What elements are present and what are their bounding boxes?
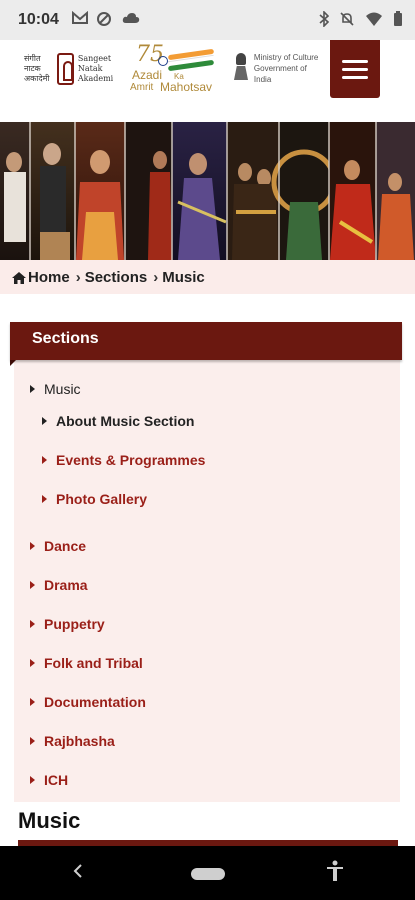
breadcrumb-sections[interactable]: Sections xyxy=(85,269,148,286)
caret-right-icon xyxy=(42,456,47,464)
ministry-line2: Government of India xyxy=(253,63,307,84)
azadi-logo-mahotsav: Mahotsav xyxy=(160,80,213,94)
section-item-drama[interactable]: Drama xyxy=(30,577,88,593)
caret-right-icon xyxy=(30,737,35,745)
hamburger-icon-bar xyxy=(342,67,368,71)
azadi-logo-line1: Azadi xyxy=(132,68,163,82)
caret-right-icon xyxy=(42,417,47,425)
sections-panel-title: Sections xyxy=(10,322,402,366)
menu-button[interactable] xyxy=(330,40,380,98)
caret-right-icon xyxy=(30,581,35,589)
sna-hindi-line: संगीत xyxy=(24,54,41,63)
section-item-about-music[interactable]: About Music Section xyxy=(42,413,194,429)
national-emblem-icon xyxy=(234,53,248,83)
section-item-rajbhasha[interactable]: Rajbhasha xyxy=(30,733,115,749)
sna-hindi-line: अकादेमी xyxy=(24,74,50,83)
azadi-ka-amrit-mahotsav-logo[interactable]: 75 Azadi Ka Amrit Mahotsav xyxy=(130,42,226,98)
section-item-label: Dance xyxy=(44,538,87,554)
caret-right-icon xyxy=(42,495,47,503)
section-item-label: Folk and Tribal xyxy=(44,655,143,671)
ministry-line1: Ministry of Culture xyxy=(253,52,319,62)
system-nav-bar xyxy=(0,846,415,900)
chevron-right-icon: › xyxy=(75,268,81,286)
caret-right-icon xyxy=(30,776,35,784)
sna-english-line: Natak xyxy=(77,64,103,73)
section-item-photo-gallery[interactable]: Photo Gallery xyxy=(42,491,147,507)
sna-logo-english: Sangeet Natak Akademi xyxy=(78,54,114,84)
ministry-logo-text: Ministry of Culture Government of India xyxy=(254,52,326,85)
sna-hindi-line: नाटक xyxy=(24,64,41,73)
caret-right-icon xyxy=(30,698,35,706)
breadcrumb-home[interactable]: Home xyxy=(28,269,70,286)
breadcrumb-music: Music xyxy=(162,268,205,286)
mute-icon xyxy=(339,11,355,30)
azadi-logo-amrit: Amrit xyxy=(130,82,154,93)
caret-right-icon xyxy=(30,385,35,393)
chakra-icon xyxy=(158,56,168,66)
sna-english-line: Sangeet xyxy=(77,54,112,63)
wifi-icon xyxy=(365,11,383,30)
section-item-dance[interactable]: Dance xyxy=(30,538,86,554)
sna-emblem-icon xyxy=(56,53,74,85)
section-item-label: About Music Section xyxy=(56,413,195,429)
hamburger-icon-bar xyxy=(342,75,368,79)
caret-right-icon xyxy=(30,620,35,628)
sync-icon xyxy=(96,11,112,30)
status-time: 10:04 xyxy=(18,11,59,28)
hamburger-icon-bar xyxy=(342,59,368,63)
section-item-music[interactable]: Music xyxy=(30,381,81,397)
sna-logo-hindi: संगीत नाटक अकादेमी xyxy=(24,54,53,84)
hero-banner-image xyxy=(0,122,415,260)
status-bar: 10:04 xyxy=(0,0,415,40)
bluetooth-icon xyxy=(319,10,330,30)
sections-panel: Sections Music About Music Section Event… xyxy=(10,322,402,802)
section-item-label: Documentation xyxy=(44,694,146,710)
sna-english-line: Akademi xyxy=(77,74,114,83)
section-item-label: Puppetry xyxy=(44,616,105,632)
section-item-label: ICH xyxy=(44,772,69,788)
site-header: संगीत नाटक अकादेमी Sangeet Natak Akademi… xyxy=(0,40,415,122)
banner-collage xyxy=(0,122,415,260)
section-item-label: Photo Gallery xyxy=(56,491,148,507)
back-icon[interactable] xyxy=(72,862,84,885)
section-item-label: Music xyxy=(44,381,81,397)
section-item-puppetry[interactable]: Puppetry xyxy=(30,616,105,632)
section-item-ich[interactable]: ICH xyxy=(30,772,68,788)
caret-right-icon xyxy=(30,659,35,667)
section-item-events-programmes[interactable]: Events & Programmes xyxy=(42,452,205,468)
caret-right-icon xyxy=(30,542,35,550)
battery-icon xyxy=(393,11,403,30)
section-item-label: Rajbhasha xyxy=(44,733,115,749)
chevron-right-icon: › xyxy=(153,268,159,286)
section-item-label: Drama xyxy=(44,577,88,593)
ministry-of-culture-logo[interactable]: Ministry of Culture Government of India xyxy=(234,46,326,90)
section-item-folk-tribal[interactable]: Folk and Tribal xyxy=(30,655,143,671)
accessibility-icon[interactable] xyxy=(326,860,344,887)
breadcrumb: Home › Sections › Music xyxy=(0,260,415,294)
section-item-documentation[interactable]: Documentation xyxy=(30,694,146,710)
page-title: Music xyxy=(18,808,81,833)
home-icon[interactable] xyxy=(12,271,26,284)
home-pill-icon[interactable] xyxy=(191,868,225,880)
cloud-icon xyxy=(122,11,140,28)
section-item-label: Events & Programmes xyxy=(56,452,206,468)
sangeet-natak-akademi-logo[interactable]: संगीत नाटक अकादेमी Sangeet Natak Akademi xyxy=(24,48,114,90)
gmail-icon xyxy=(72,10,88,28)
